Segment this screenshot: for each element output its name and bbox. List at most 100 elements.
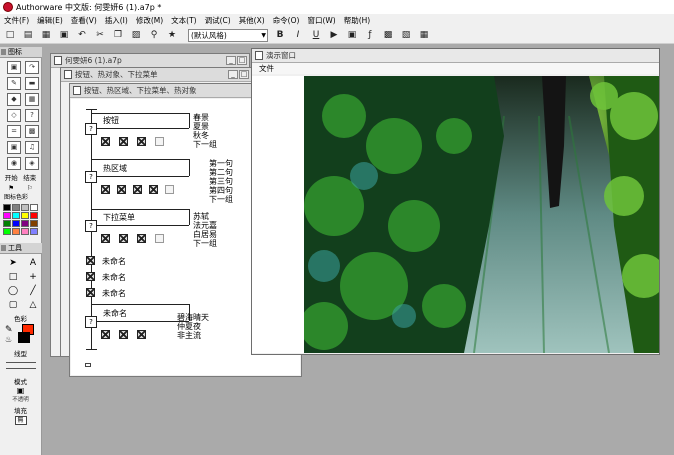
text-style-icon[interactable]: ★: [166, 29, 178, 41]
motion-icon[interactable]: ↷: [25, 61, 39, 74]
menu-view[interactable]: 查看(V): [67, 15, 101, 26]
find-icon[interactable]: ⚲: [148, 29, 160, 41]
pointer-tool-icon[interactable]: ➤: [6, 257, 20, 269]
menu-debug[interactable]: 调试(C): [201, 15, 235, 26]
italic-button[interactable]: I: [292, 29, 304, 41]
unnamed-label-1[interactable]: 未命名: [102, 256, 126, 267]
fill-color-icon[interactable]: ♨: [5, 335, 12, 344]
color-swatch[interactable]: [12, 220, 20, 227]
group-3-label[interactable]: 下拉菜单: [103, 212, 135, 223]
control-panel-icon[interactable]: ▣: [346, 29, 358, 41]
framework-icon[interactable]: ▦: [25, 93, 39, 106]
color-swatch[interactable]: [3, 228, 11, 235]
map-node-2a[interactable]: [101, 185, 110, 194]
color-swatch[interactable]: [30, 204, 38, 211]
map-node-3a[interactable]: [101, 234, 110, 243]
display-icon[interactable]: ▣: [7, 61, 21, 74]
map-node-3c[interactable]: [137, 234, 146, 243]
color-swatch[interactable]: [3, 212, 11, 219]
map-node-2d[interactable]: [149, 185, 158, 194]
undo-icon[interactable]: ↶: [76, 29, 88, 41]
wait-icon[interactable]: ▬: [25, 77, 39, 90]
pen-color-icon[interactable]: ✎: [5, 325, 13, 335]
map-node-1d[interactable]: [155, 137, 164, 146]
text-tool-icon[interactable]: A: [26, 257, 40, 269]
presentation-window[interactable]: 演示窗口 文件: [251, 48, 660, 355]
minimize-button[interactable]: _: [226, 56, 236, 65]
color-swatch[interactable]: [12, 228, 20, 235]
navigate-icon[interactable]: ◆: [7, 93, 21, 106]
color-swatch[interactable]: [21, 204, 29, 211]
fill-fg-swatch[interactable]: [18, 332, 30, 343]
menu-command[interactable]: 命令(O): [269, 15, 304, 26]
erase-icon[interactable]: ✎: [7, 77, 21, 90]
map-icon-unnamed-2[interactable]: [86, 272, 95, 281]
interaction-icon-4[interactable]: ?: [85, 316, 97, 328]
calculate-icon[interactable]: =: [7, 125, 21, 138]
color-swatch[interactable]: [30, 220, 38, 227]
map-node-2b[interactable]: [117, 185, 126, 194]
map-icon-unnamed-3[interactable]: [86, 288, 95, 297]
interaction-icon-1[interactable]: ?: [85, 123, 97, 135]
import-icon[interactable]: ▣: [58, 29, 70, 41]
text-style-select[interactable]: (默认风格) ▼: [188, 28, 268, 42]
decision-icon[interactable]: ◇: [7, 109, 21, 122]
minimize-button[interactable]: _: [228, 70, 238, 79]
map-node-4b[interactable]: [119, 330, 128, 339]
map-node-3b[interactable]: [119, 234, 128, 243]
fill-pattern-icon[interactable]: 無: [14, 416, 27, 425]
color-swatch[interactable]: [12, 204, 20, 211]
cut-icon[interactable]: ✂: [94, 29, 106, 41]
color-swatch[interactable]: [3, 220, 11, 227]
map-node-2e[interactable]: [165, 185, 174, 194]
paste-hand-marker[interactable]: [85, 363, 91, 367]
menu-file[interactable]: 文件(F): [0, 15, 33, 26]
menu-other[interactable]: 其他(X): [235, 15, 269, 26]
cross-tool-icon[interactable]: +: [26, 271, 40, 283]
menu-help[interactable]: 帮助(H): [340, 15, 375, 26]
presentation-menu-file[interactable]: 文件: [259, 64, 274, 73]
color-swatch[interactable]: [3, 204, 11, 211]
oval-tool-icon[interactable]: ◯: [6, 285, 20, 297]
knowledge-object-icon[interactable]: ▧: [400, 29, 412, 41]
menu-window[interactable]: 窗口(W): [303, 15, 339, 26]
sound-icon[interactable]: ♫: [25, 141, 39, 154]
new-icon[interactable]: □: [4, 29, 16, 41]
group-4-label[interactable]: 未命名: [103, 308, 127, 319]
map-node-3d[interactable]: [155, 234, 164, 243]
color-swatch[interactable]: [30, 212, 38, 219]
design-window-middle-titlebar[interactable]: 按钮、热对象、下拉菜单 _ □: [61, 68, 251, 82]
map-node-1b[interactable]: [119, 137, 128, 146]
run-icon[interactable]: ▶: [328, 29, 340, 41]
map-node-4a[interactable]: [101, 330, 110, 339]
menu-text[interactable]: 文本(T): [167, 15, 200, 26]
menu-insert[interactable]: 插入(I): [101, 15, 132, 26]
color-swatch[interactable]: [21, 220, 29, 227]
map-icon-unnamed-1[interactable]: [86, 256, 95, 265]
digital-movie-icon[interactable]: ▣: [7, 141, 21, 154]
save-icon[interactable]: ▦: [40, 29, 52, 41]
function-icon[interactable]: ƒ: [364, 29, 376, 41]
rounded-rect-tool-icon[interactable]: ▢: [6, 299, 20, 311]
group-2-label[interactable]: 热区域: [103, 163, 127, 174]
rectangle-tool-icon[interactable]: □: [6, 271, 20, 283]
paste-icon[interactable]: ▨: [130, 29, 142, 41]
color-swatch[interactable]: [21, 228, 29, 235]
underline-button[interactable]: U: [310, 29, 322, 41]
bold-button[interactable]: B: [274, 29, 286, 41]
knowledge-object-icon[interactable]: ◈: [25, 157, 39, 170]
color-swatch[interactable]: [30, 228, 38, 235]
interaction-icon[interactable]: ?: [25, 109, 39, 122]
copy-icon[interactable]: ❐: [112, 29, 124, 41]
color-swatch[interactable]: [12, 212, 20, 219]
mode-icon[interactable]: ▣: [0, 386, 41, 395]
presentation-window-titlebar[interactable]: 演示窗口: [252, 49, 659, 63]
open-icon[interactable]: ▤: [22, 29, 34, 41]
line-style-picker[interactable]: [0, 358, 41, 372]
unnamed-label-2[interactable]: 未命名: [102, 272, 126, 283]
start-flag-icon[interactable]: ⚑: [8, 184, 14, 192]
map-node-2c[interactable]: [133, 185, 142, 194]
variable-icon[interactable]: ▩: [382, 29, 394, 41]
design-window-main-titlebar[interactable]: 何雯妍6 (1).a7p _ □: [51, 54, 249, 68]
group-1-label[interactable]: 按钮: [103, 115, 119, 126]
